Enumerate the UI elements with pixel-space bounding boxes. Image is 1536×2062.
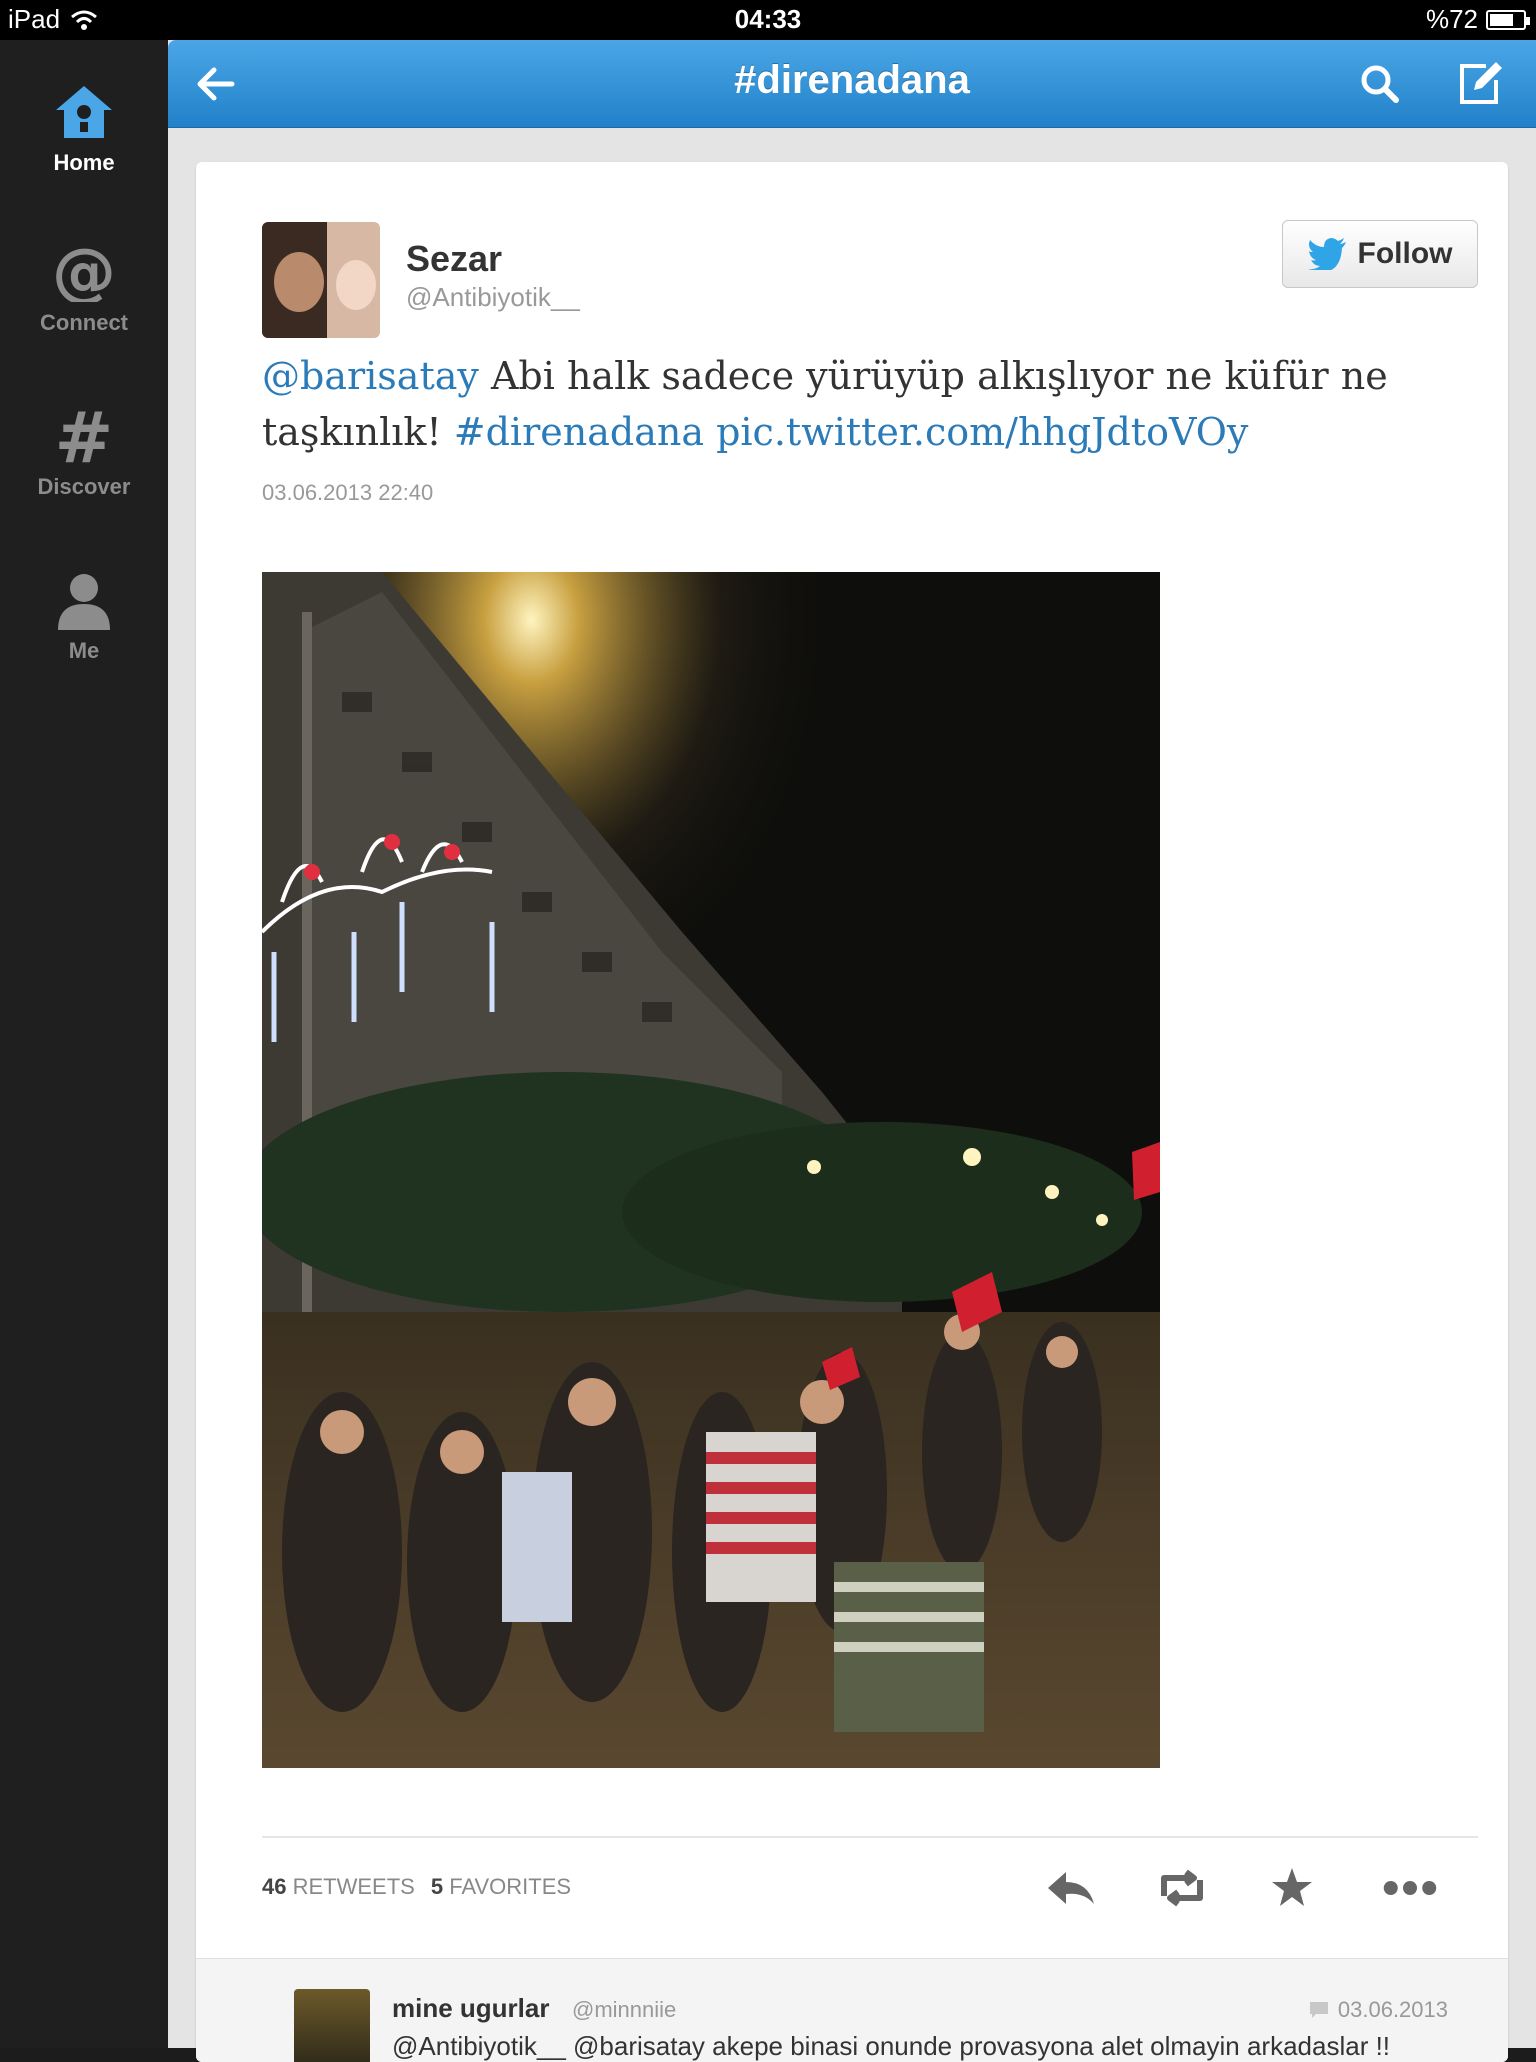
reply-author-name[interactable]: mine ugurlar	[392, 1993, 549, 2024]
reply-author-handle[interactable]: @minnniie	[572, 1997, 676, 2023]
reply-meta: 03.06.2013	[1308, 1997, 1448, 2023]
divider	[262, 1836, 1478, 1838]
retweet-count: 46	[262, 1874, 287, 1899]
svg-text:#: #	[55, 406, 114, 466]
retweet-stat[interactable]: 46 RETWEETS	[262, 1874, 415, 1900]
hashtag-link[interactable]: #direnadana	[454, 410, 704, 454]
favorite-star-icon[interactable]	[1264, 1864, 1320, 1912]
follow-label: Follow	[1357, 237, 1453, 270]
speech-bubble-icon	[1309, 2002, 1328, 2018]
author-handle[interactable]: @Antibiyotik__	[406, 282, 580, 313]
at-icon: @	[52, 242, 116, 302]
status-bar: iPad 04:33 %72	[0, 0, 1536, 40]
more-icon[interactable]	[1382, 1864, 1438, 1912]
home-icon	[56, 86, 112, 138]
reply-date: 03.06.2013	[1337, 1997, 1448, 2022]
retweet-label: RETWEETS	[292, 1874, 415, 1899]
photo-link[interactable]: pic.twitter.com/hhgJdtoVOy	[716, 410, 1248, 454]
sidebar-item-label: Discover	[37, 474, 131, 499]
compose-icon[interactable]	[1456, 60, 1504, 108]
sidebar-item-discover[interactable]: # Discover	[0, 406, 168, 500]
reply-avatar[interactable]	[294, 1989, 370, 2062]
clock: 04:33	[734, 4, 802, 34]
sidebar-item-me[interactable]: Me	[0, 570, 168, 664]
tweet-text: @barisatay Abi halk sadece yürüyüp alkış…	[262, 348, 1422, 460]
person-icon	[58, 574, 110, 630]
bird-icon	[1307, 238, 1346, 270]
search-icon[interactable]	[1356, 60, 1404, 108]
tweet-stats: 46 RETWEETS 5 FAVORITES	[262, 1874, 571, 1900]
favorite-stat[interactable]: 5 FAVORITES	[431, 1874, 571, 1900]
mention-link[interactable]: @barisatay	[262, 354, 479, 398]
tweet-photo[interactable]	[262, 572, 1160, 1768]
battery-percent: %72	[1425, 4, 1478, 34]
battery-icon	[1486, 9, 1530, 30]
reply-text: @Antibiyotik__ @barisatay akepe binasi o…	[392, 2031, 1391, 2061]
sidebar-item-label: Home	[53, 150, 115, 175]
page-title: #direnadana	[734, 58, 970, 102]
reply-icon[interactable]	[1044, 1864, 1100, 1912]
sidebar-item-home[interactable]: Home	[0, 82, 168, 176]
avatar[interactable]	[262, 222, 380, 338]
follow-button[interactable]: Follow	[1282, 220, 1478, 288]
tweet-timestamp: 03.06.2013 22:40	[262, 480, 434, 505]
sidebar: Home @ Connect # Discover Me	[0, 40, 168, 2048]
reply-item[interactable]: mine ugurlar @minnniie 03.06.2013 @Antib…	[196, 1958, 1508, 2062]
svg-text:@: @	[52, 242, 116, 302]
hash-icon: #	[55, 406, 114, 466]
favorite-count: 5	[430, 1874, 444, 1899]
sidebar-item-label: Me	[68, 638, 100, 663]
tweet-card: Sezar @Antibiyotik__ Follow @barisatay A…	[196, 162, 1508, 2062]
author-name[interactable]: Sezar	[406, 238, 502, 280]
text-space	[704, 410, 716, 454]
sidebar-item-label: Connect	[40, 310, 128, 335]
top-bar: #direnadana	[168, 40, 1536, 128]
favorite-label: FAVORITES	[449, 1874, 572, 1899]
main-panel: #direnadana Sezar @Antibiyotik__ Follow …	[168, 40, 1536, 2062]
sidebar-item-connect[interactable]: @ Connect	[0, 242, 168, 336]
retweet-icon[interactable]	[1154, 1864, 1210, 1912]
